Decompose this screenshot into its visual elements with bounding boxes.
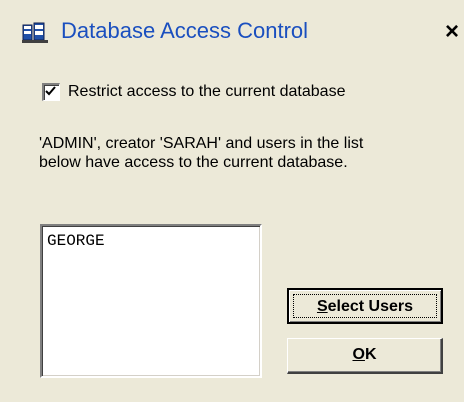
close-icon[interactable]: × [440, 18, 464, 46]
dialog-window: Database Access Control × Restrict acces… [0, 0, 464, 402]
ok-button[interactable]: OK [287, 338, 443, 374]
list-item[interactable]: GEORGE [47, 232, 105, 250]
description-line-2: below have access to the current databas… [39, 154, 348, 171]
description-line-1: 'ADMIN', creator 'SARAH' and users in th… [39, 135, 364, 152]
select-users-mnemonic: S [316, 298, 328, 315]
database-icon [22, 22, 50, 44]
select-users-label: elect Users [327, 298, 414, 315]
restrict-access-label: Restrict access to the current database [68, 83, 346, 100]
focus-rectangle: Select Users [293, 294, 437, 318]
ok-label: K [364, 346, 377, 363]
access-description: 'ADMIN', creator 'SARAH' and users in th… [39, 134, 439, 172]
checkmark-icon [45, 86, 56, 96]
window-title: Database Access Control [61, 18, 309, 43]
select-users-button[interactable]: Select Users [287, 288, 443, 324]
ok-mnemonic: O [352, 346, 365, 363]
restrict-access-checkbox[interactable] [42, 83, 60, 101]
restrict-access-checkbox-row[interactable]: Restrict access to the current database [42, 82, 345, 102]
title-bar[interactable]: Database Access Control × [0, 0, 464, 64]
users-listbox[interactable]: GEORGE [40, 224, 262, 378]
